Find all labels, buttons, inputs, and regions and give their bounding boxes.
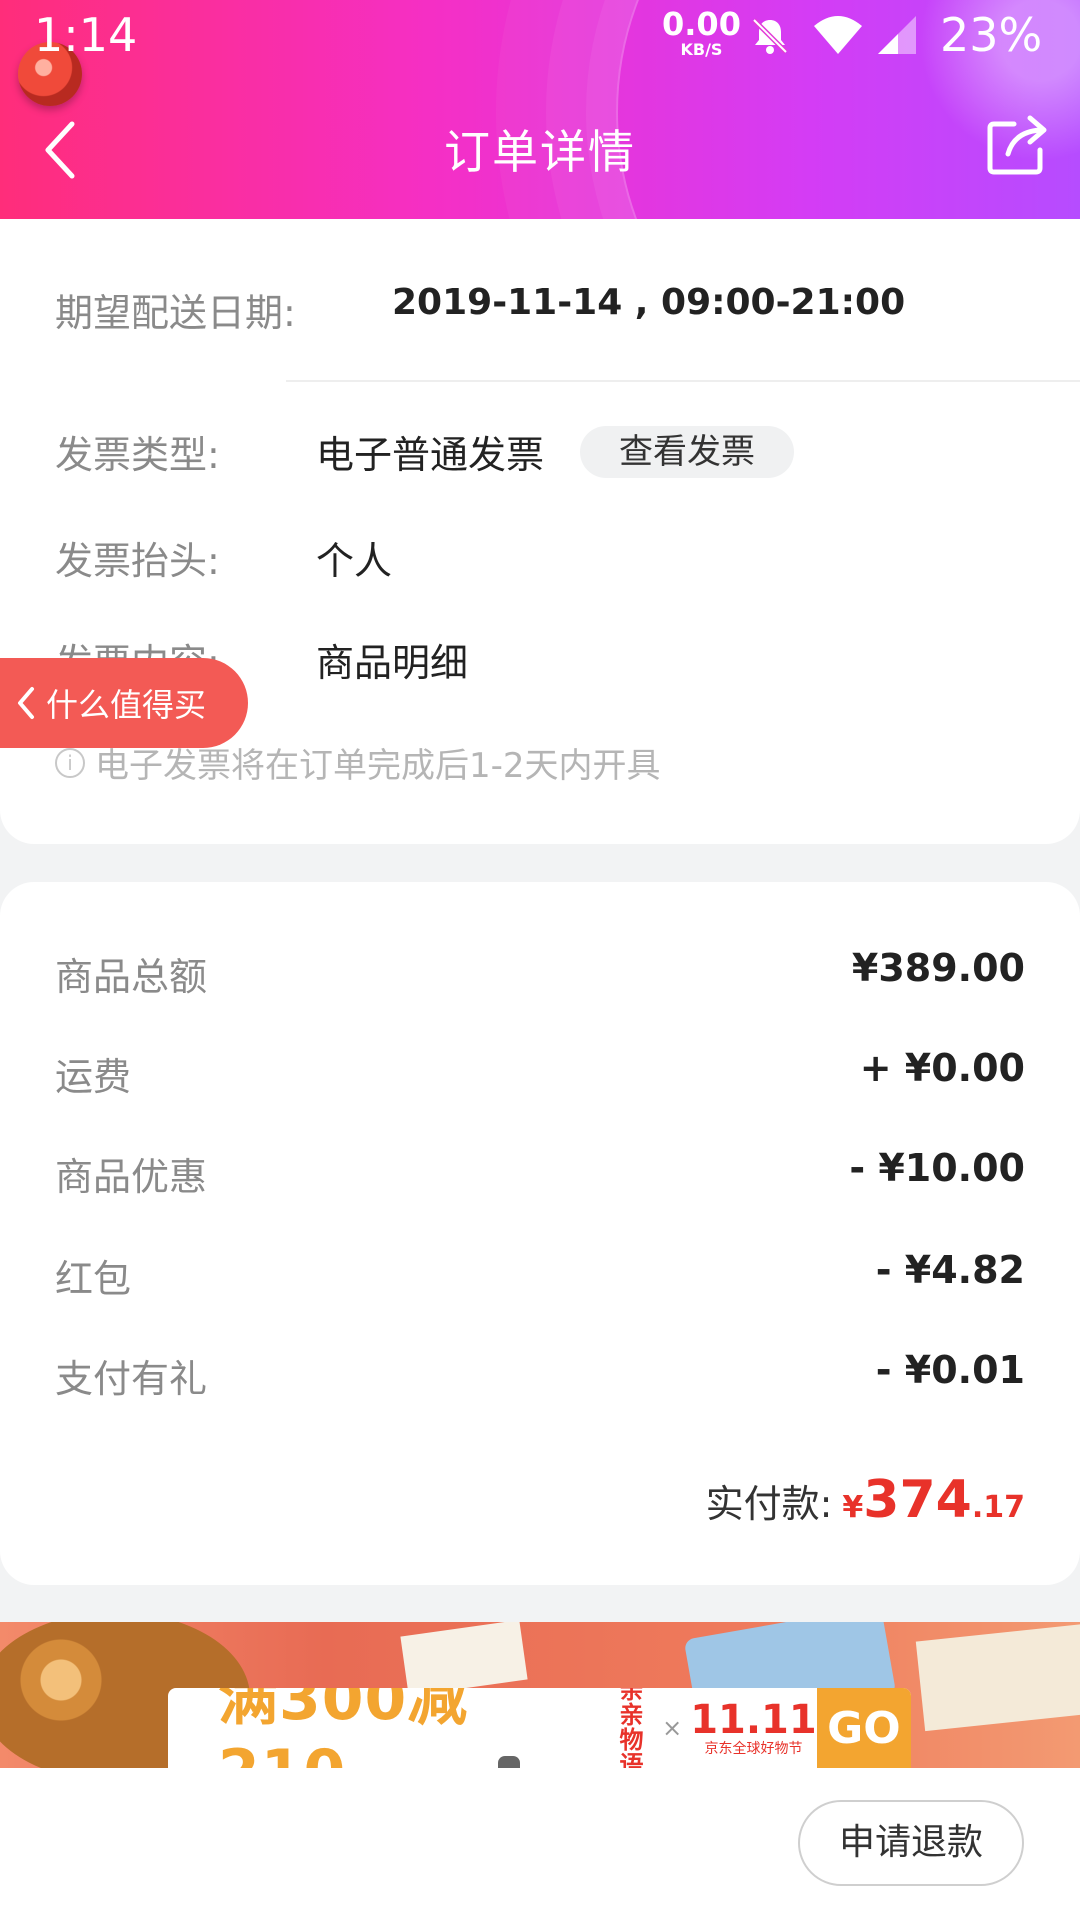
paid-integer: 374 <box>863 1470 972 1530</box>
info-icon: i <box>55 747 85 778</box>
invoice-type-label: 发票类型: <box>55 433 220 477</box>
paid-total: 实付款: ¥374.17 <box>706 1470 1025 1530</box>
bell-muted-icon <box>748 14 792 62</box>
jd-logo-number: 11.11 <box>690 1697 817 1744</box>
price-row-value: - ¥0.01 <box>875 1348 1025 1392</box>
navigation-bar: 订单详情 <box>0 100 1080 200</box>
price-row-label: 红包 <box>55 1257 132 1301</box>
bottom-action-bar: 申请退款 <box>0 1768 1080 1920</box>
battery-level: 23% <box>940 8 1043 62</box>
brand-logo: 亲亲 物语 <box>609 1688 654 1768</box>
side-tab-label: 什么值得买 <box>46 686 207 724</box>
network-speed-value: 0.00 <box>662 5 741 43</box>
invoice-title-value: 个人 <box>316 539 393 583</box>
invoice-title-label: 发票抬头: <box>55 539 220 583</box>
paid-label: 实付款: <box>705 1482 833 1526</box>
product-box-image <box>400 1622 528 1697</box>
signal-icon <box>876 14 920 62</box>
apply-refund-button[interactable]: 申请退款 <box>798 1800 1024 1886</box>
promo-banner[interactable]: 满300减210 亲亲 物语 × 11.11 京东全球好物节 GO <box>0 1622 1080 1768</box>
network-speed-unit: KB/S <box>680 40 723 59</box>
price-row-label: 商品优惠 <box>55 1155 208 1199</box>
go-button[interactable]: GO <box>816 1688 911 1768</box>
price-row-value: - ¥10.00 <box>849 1146 1025 1190</box>
cross-mark: × <box>662 1714 683 1742</box>
wifi-icon <box>812 14 864 62</box>
paid-decimal: .17 <box>971 1490 1025 1525</box>
view-invoice-button[interactable]: 查看发票 <box>580 426 794 478</box>
network-speed: 0.00 KB/S <box>662 8 741 58</box>
brand-line-2: 物语 <box>619 1726 644 1768</box>
status-bar: 1:14 0.00 KB/S 23% <box>0 0 1080 78</box>
app-header: 1:14 0.00 KB/S 23% 订单详情 <box>0 0 1080 219</box>
price-row-label: 运费 <box>55 1055 132 1099</box>
price-row-value: ¥389.00 <box>851 946 1025 990</box>
product-box-image <box>915 1622 1080 1732</box>
delivery-date-label: 期望配送日期: <box>55 291 296 335</box>
jd-logo: 11.11 京东全球好物节 <box>690 1698 817 1757</box>
brand-line-1: 亲亲 <box>619 1688 644 1729</box>
chevron-left-icon <box>18 687 34 719</box>
paid-currency: ¥ <box>842 1490 864 1525</box>
price-row-value: - ¥4.82 <box>875 1248 1025 1292</box>
paid-amount: ¥374.17 <box>842 1470 1025 1530</box>
status-time: 1:14 <box>34 8 138 62</box>
invoice-type-value: 电子普通发票 <box>316 433 545 477</box>
price-row-value: + ¥0.00 <box>859 1046 1025 1090</box>
divider <box>286 380 1080 382</box>
price-row-label: 支付有礼 <box>55 1357 208 1401</box>
delivery-date-value: 2019-11-14 , 09:00-21:00 <box>392 282 906 323</box>
share-icon[interactable] <box>984 110 1052 182</box>
side-tab-smzdm[interactable]: 什么值得买 <box>0 658 248 748</box>
price-row-label: 商品总额 <box>55 955 208 999</box>
jd-logo-text: 京东全球好物节 <box>704 1741 803 1758</box>
invoice-content-value: 商品明细 <box>316 641 469 685</box>
page-title: 订单详情 <box>444 125 636 179</box>
